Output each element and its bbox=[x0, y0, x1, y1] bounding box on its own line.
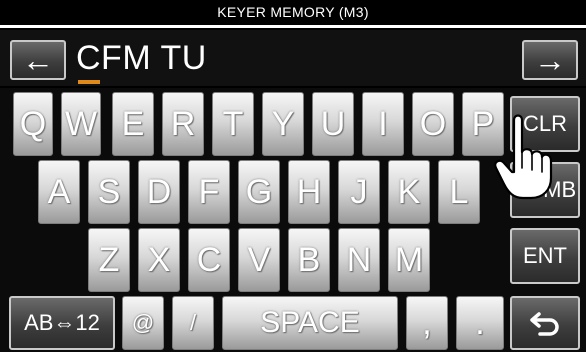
space-key[interactable]: SPACE bbox=[222, 296, 398, 350]
key-w[interactable]: W bbox=[61, 92, 101, 156]
key-v[interactable]: V bbox=[238, 228, 280, 292]
key-s[interactable]: S bbox=[88, 160, 130, 224]
key-a[interactable]: A bbox=[38, 160, 80, 224]
return-icon bbox=[530, 312, 559, 336]
key-x[interactable]: X bbox=[138, 228, 180, 292]
key-at[interactable]: @ bbox=[122, 296, 164, 350]
memory-text-field[interactable]: CFM TU bbox=[76, 36, 207, 80]
enter-button[interactable]: ENT bbox=[510, 228, 580, 284]
key-comma[interactable]: , bbox=[406, 296, 448, 350]
key-u[interactable]: U bbox=[312, 92, 354, 156]
window-title: KEYER MEMORY (M3) bbox=[0, 0, 586, 28]
key-e[interactable]: E bbox=[112, 92, 154, 156]
key-j[interactable]: J bbox=[338, 160, 380, 224]
key-slash[interactable]: / bbox=[172, 296, 214, 350]
right-arrow-icon: → bbox=[534, 42, 566, 78]
cursor-right-button[interactable]: → bbox=[522, 40, 578, 80]
key-m[interactable]: M bbox=[388, 228, 430, 292]
left-arrow-icon: ← bbox=[22, 42, 54, 78]
mode-toggle-button[interactable]: AB⇔12 bbox=[9, 296, 115, 350]
key-o[interactable]: O bbox=[412, 92, 454, 156]
key-d[interactable]: D bbox=[138, 160, 180, 224]
key-z[interactable]: Z bbox=[88, 228, 130, 292]
key-q[interactable]: Q bbox=[13, 92, 53, 156]
key-n[interactable]: N bbox=[338, 228, 380, 292]
cursor-left-button[interactable]: ← bbox=[10, 40, 66, 80]
key-k[interactable]: K bbox=[388, 160, 430, 224]
key-t[interactable]: T bbox=[212, 92, 254, 156]
key-f[interactable]: F bbox=[188, 160, 230, 224]
key-l[interactable]: L bbox=[438, 160, 480, 224]
pointing-hand-icon bbox=[494, 114, 553, 200]
back-button[interactable] bbox=[510, 296, 580, 350]
key-g[interactable]: G bbox=[238, 160, 280, 224]
key-i[interactable]: I bbox=[362, 92, 404, 156]
key-period[interactable]: . bbox=[456, 296, 504, 350]
key-b[interactable]: B bbox=[288, 228, 330, 292]
key-y[interactable]: Y bbox=[262, 92, 304, 156]
key-h[interactable]: H bbox=[288, 160, 330, 224]
key-r[interactable]: R bbox=[162, 92, 204, 156]
key-c[interactable]: C bbox=[188, 228, 230, 292]
text-cursor bbox=[78, 80, 100, 84]
